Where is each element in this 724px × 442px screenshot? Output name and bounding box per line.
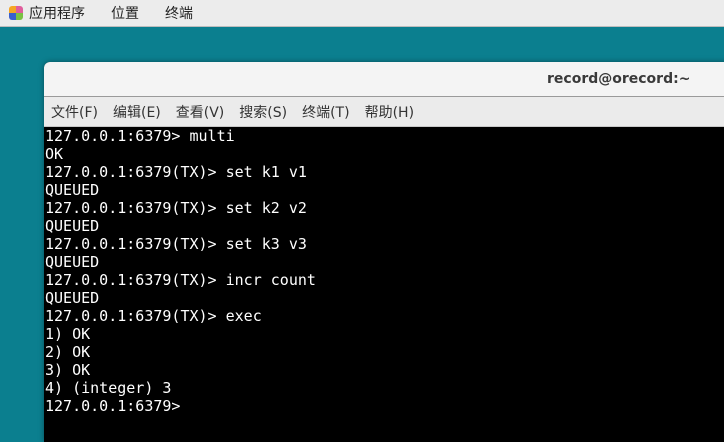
places-menu[interactable]: 位置 [111,3,139,23]
terminal-line: 127.0.0.1:6379> multi [45,127,235,145]
terminal-window: record@orecord:~ 文件(F) 编辑(E) 查看(V) 搜索(S)… [44,62,724,442]
terminal-menu[interactable]: 终端 [165,3,193,23]
window-title: record@orecord:~ [547,71,691,87]
terminal-line: QUEUED [45,253,100,271]
menu-view[interactable]: 查看(V) [176,102,225,122]
terminal-line: 127.0.0.1:6379(TX)> set k1 v1 [45,163,307,181]
terminal-line: 127.0.0.1:6379(TX)> set k2 v2 [45,199,307,217]
terminal-line: QUEUED [45,217,100,235]
terminal-line: 4) (integer) 3 [45,379,172,397]
terminal-line: 3) OK [45,361,91,379]
menu-help[interactable]: 帮助(H) [365,102,414,122]
terminal-output[interactable]: 127.0.0.1:6379> multi OK 127.0.0.1:6379(TX… [44,127,724,415]
terminal-line: QUEUED [45,289,100,307]
menu-terminal[interactable]: 终端(T) [302,102,349,122]
terminal-line: 2) OK [45,343,91,361]
terminal-line: 127.0.0.1:6379(TX)> set k3 v3 [45,235,307,253]
menu-search[interactable]: 搜索(S) [239,102,287,122]
title-bar[interactable]: record@orecord:~ [44,62,724,97]
menu-bar: 文件(F) 编辑(E) 查看(V) 搜索(S) 终端(T) 帮助(H) [44,97,724,127]
terminal-line: QUEUED [45,181,100,199]
terminal-line: 1) OK [45,325,91,343]
terminal-line: OK [45,145,64,163]
menu-file[interactable]: 文件(F) [51,102,98,122]
top-panel: 应用程序 位置 终端 [0,0,724,27]
terminal-line: 127.0.0.1:6379(TX)> incr count [45,271,316,289]
terminal-line: 127.0.0.1:6379(TX)> exec [45,307,262,325]
terminal-line: 127.0.0.1:6379> [45,397,181,415]
menu-edit[interactable]: 编辑(E) [113,102,161,122]
app-menu-logo-icon[interactable] [9,6,23,20]
applications-menu[interactable]: 应用程序 [29,3,85,23]
